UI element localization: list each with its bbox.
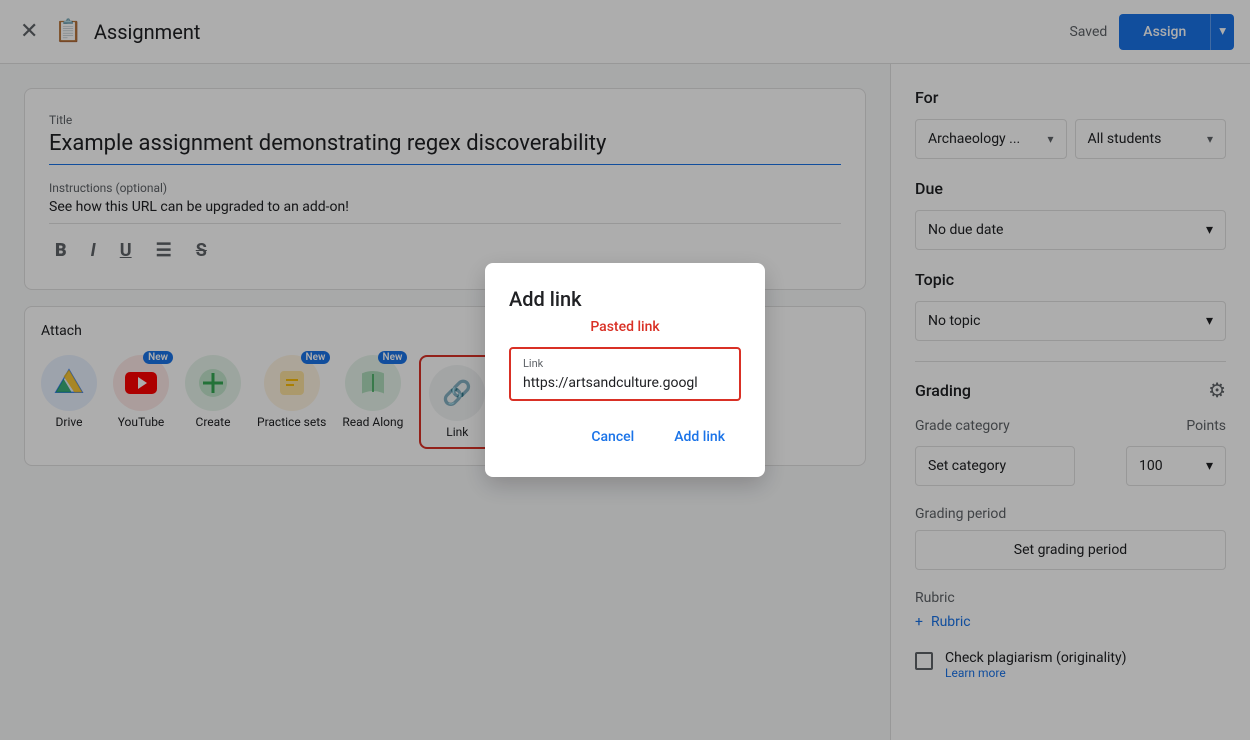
modal-link-label: Link xyxy=(523,357,727,370)
modal-actions: Cancel Add link xyxy=(509,421,741,453)
modal-link-field-wrapper: Link xyxy=(509,347,741,401)
add-link-button[interactable]: Add link xyxy=(658,421,741,453)
add-link-modal: Add link Pasted link Link Cancel Add lin… xyxy=(485,263,765,477)
modal-overlay: Add link Pasted link Link Cancel Add lin… xyxy=(0,0,1250,740)
modal-title: Add link xyxy=(509,287,741,311)
modal-link-input[interactable] xyxy=(523,375,727,391)
cancel-button[interactable]: Cancel xyxy=(575,421,650,453)
modal-pasted-label: Pasted link xyxy=(509,319,741,335)
